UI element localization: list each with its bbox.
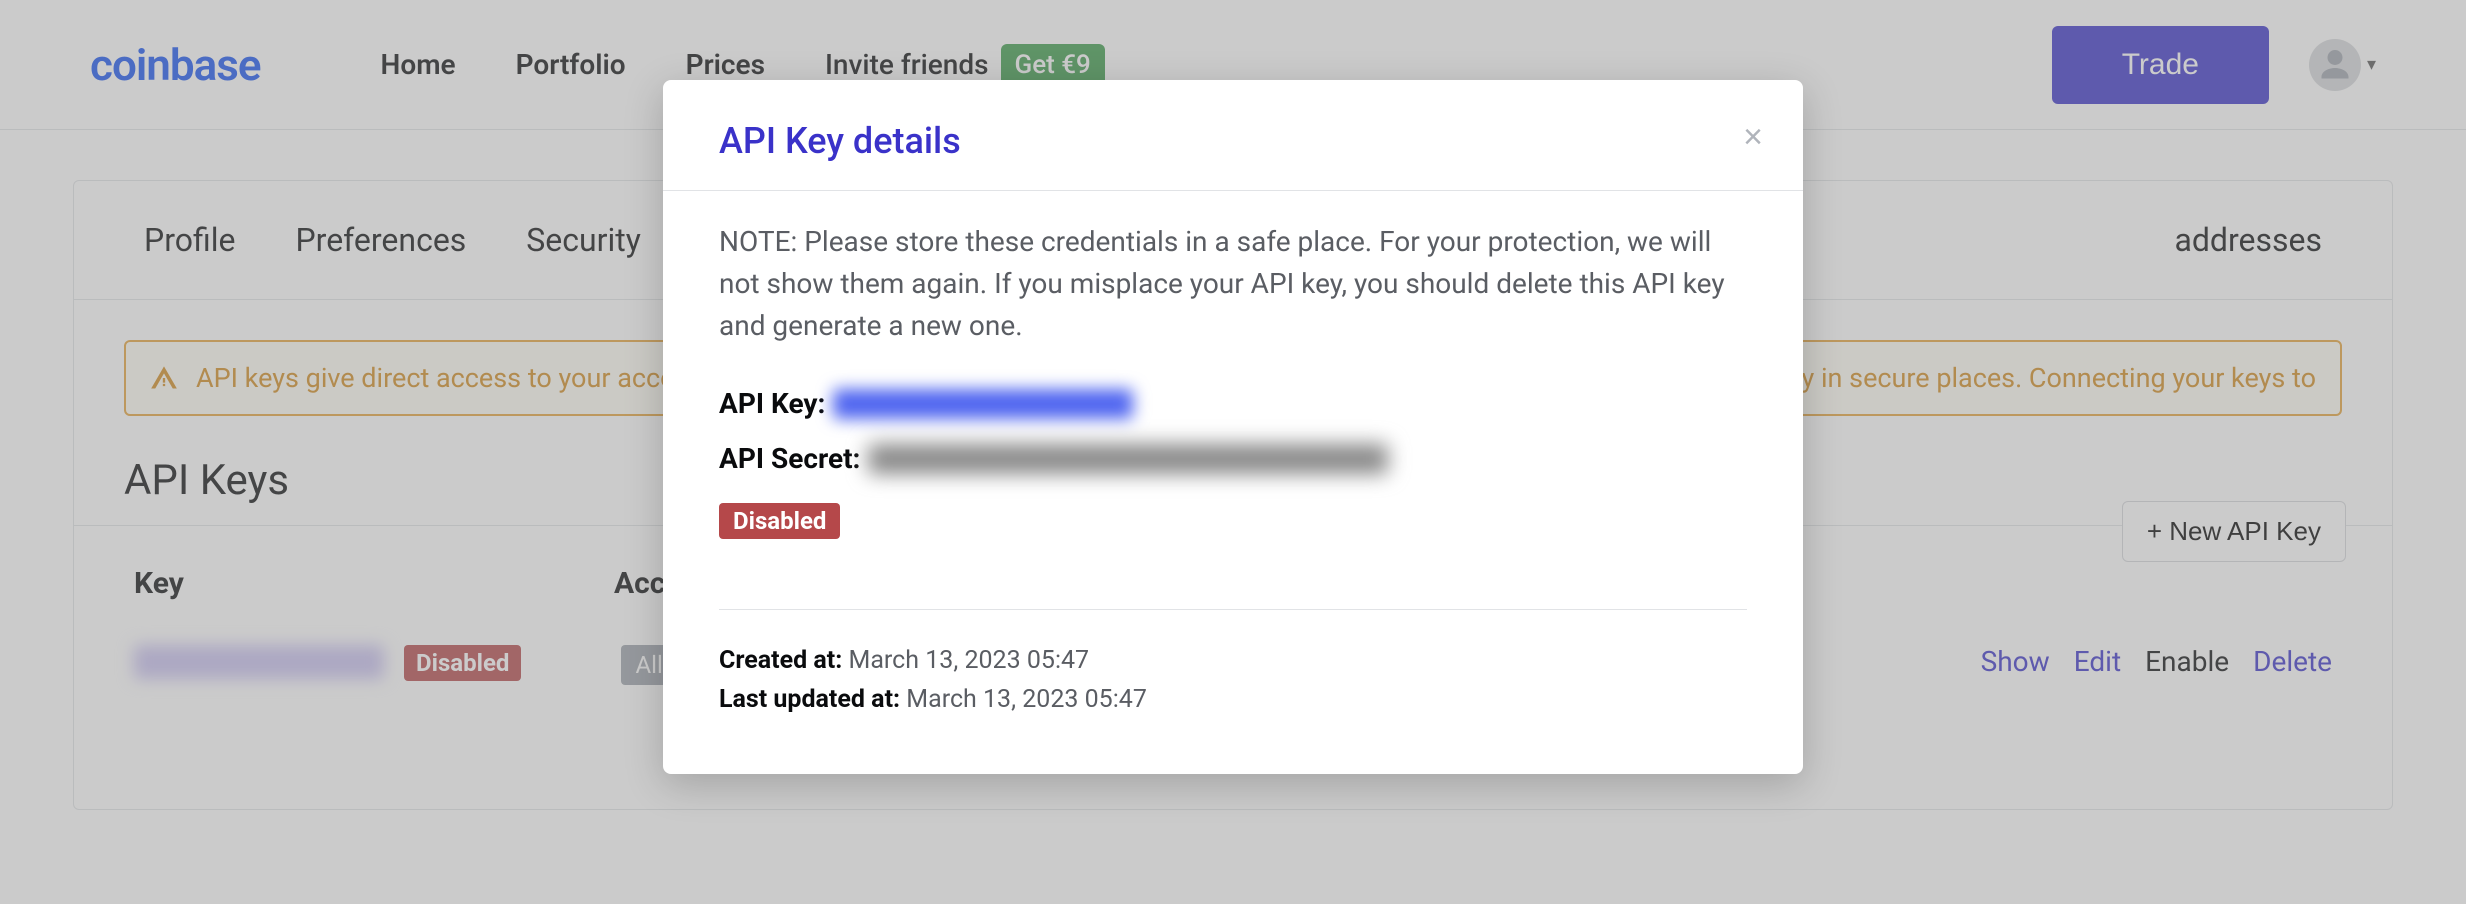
modal-note: NOTE: Please store these credentials in … xyxy=(719,221,1747,347)
api-key-value[interactable] xyxy=(833,389,1133,419)
api-secret-field: API Secret: xyxy=(719,442,1747,475)
api-key-details-modal: API Key details × NOTE: Please store the… xyxy=(663,80,1803,774)
modal-title: API Key details xyxy=(719,120,1747,162)
api-secret-value[interactable] xyxy=(868,444,1388,474)
api-key-field: API Key: xyxy=(719,387,1747,420)
api-key-label: API Key: xyxy=(719,387,825,420)
updated-at: Last updated at: March 13, 2023 05:47 xyxy=(719,685,1747,714)
close-icon[interactable]: × xyxy=(1743,118,1763,157)
modal-status-badge: Disabled xyxy=(719,503,840,539)
created-at: Created at: March 13, 2023 05:47 xyxy=(719,646,1747,675)
api-secret-label: API Secret: xyxy=(719,442,860,475)
